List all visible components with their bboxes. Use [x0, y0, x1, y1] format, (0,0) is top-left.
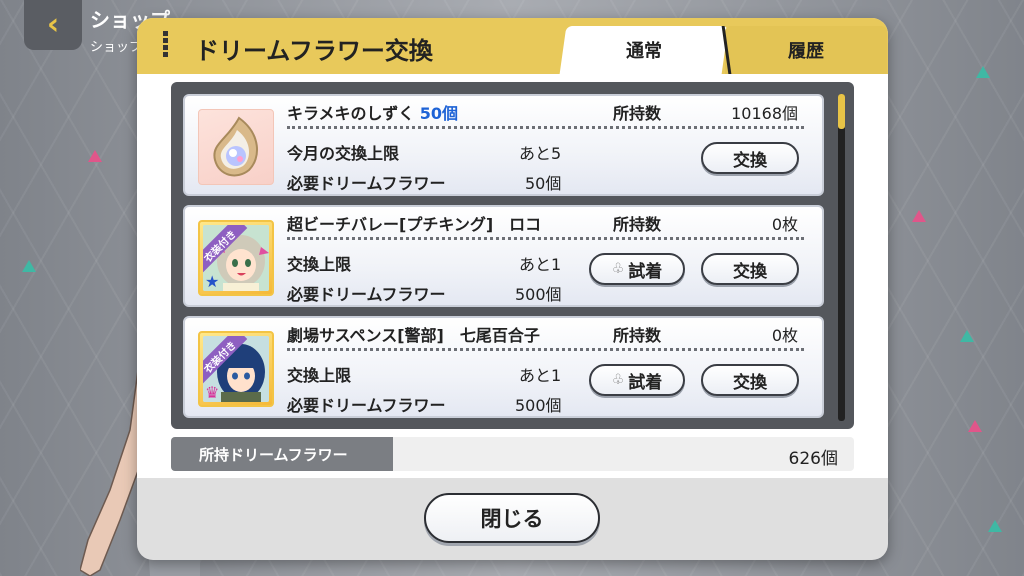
divider [287, 348, 804, 351]
owned-value: 0枚 [771, 326, 798, 345]
limit-label: 交換上限 [287, 366, 352, 385]
crystal-drop-icon [198, 109, 274, 185]
cost-value: 50個 [525, 174, 562, 193]
tab-history[interactable]: 履歴 [725, 26, 887, 74]
cost-label: 必要ドリームフラワー [287, 285, 446, 304]
tab-normal[interactable]: 通常 [559, 26, 729, 74]
divider [287, 237, 804, 240]
dialog-header: ドリームフラワー交換 通常 履歴 [137, 18, 888, 74]
grip-icon [163, 31, 175, 61]
chevron-left-icon: ‹ [46, 7, 60, 42]
owned-value: 10168個 [731, 104, 798, 123]
confetti [976, 66, 990, 78]
dialog-body: キラメキのしずく 50個 所持数 10168個 今月の交換上限 あと5 必要ドリ… [137, 74, 888, 478]
cost-value: 500個 [515, 285, 562, 304]
item-quantity: 50個 [419, 104, 459, 123]
item-name: 超ビーチバレー[プチキング] ロコ [287, 215, 542, 234]
exchange-item-card: 衣装付き ★ 超ビーチバレー[プチキング] ロコ 所持数 0枚 交換上限 あと1… [183, 205, 824, 307]
limit-value: あと1 [519, 366, 562, 385]
owned-label: 所持数 [613, 104, 662, 123]
hanger-icon: ♧ [611, 261, 625, 277]
limit-value: あと1 [519, 255, 562, 274]
idol-card-icon: 衣装付き ★ [198, 220, 274, 296]
exchange-button[interactable]: 交換 [701, 253, 799, 285]
cost-label: 必要ドリームフラワー [287, 396, 446, 415]
owned-value: 0枚 [771, 215, 798, 234]
shop-subtitle: ショップ [90, 40, 143, 55]
idol-card-icon: 衣装付き ♛ [198, 331, 274, 407]
confetti [968, 420, 982, 432]
owned-flowers-label: 所持ドリームフラワー [171, 437, 393, 471]
confetti [988, 520, 1002, 532]
crown-icon: ♛ [205, 383, 220, 402]
limit-value: あと5 [519, 144, 562, 163]
scrollbar-track[interactable] [838, 94, 845, 421]
limit-label: 交換上限 [287, 255, 352, 274]
confetti [22, 260, 36, 272]
item-name: 劇場サスペンス[警部] 七尾百合子 [287, 326, 540, 345]
close-button[interactable]: 閉じる [424, 493, 600, 543]
try-on-button[interactable]: ♧ 試着 [589, 253, 685, 285]
owned-label: 所持数 [613, 326, 662, 345]
back-button[interactable]: ‹ [24, 0, 82, 50]
owned-flowers-value: 626個 [788, 449, 838, 469]
divider [287, 126, 804, 129]
exchange-button[interactable]: 交換 [701, 142, 799, 174]
confetti [960, 330, 974, 342]
scrollbar-thumb[interactable] [838, 94, 845, 129]
confetti [912, 210, 926, 222]
cost-value: 500個 [515, 396, 562, 415]
owned-dream-flower-bar: 所持ドリームフラワー 626個 [171, 437, 854, 471]
confetti [88, 150, 102, 162]
hanger-icon: ♧ [611, 372, 625, 388]
exchange-item-card: キラメキのしずく 50個 所持数 10168個 今月の交換上限 あと5 必要ドリ… [183, 94, 824, 196]
cost-label: 必要ドリームフラワー [287, 174, 446, 193]
owned-label: 所持数 [613, 215, 662, 234]
limit-label: 今月の交換上限 [287, 144, 400, 163]
item-name: キラメキのしずく 50個 [287, 104, 459, 123]
exchange-item-card: 衣装付き ♛ 劇場サスペンス[警部] 七尾百合子 所持数 0枚 交換上限 あと1… [183, 316, 824, 418]
try-on-button[interactable]: ♧ 試着 [589, 364, 685, 396]
dream-flower-exchange-dialog: ドリームフラワー交換 通常 履歴 キラメキのしずく 50個 所持数 10168個 [137, 18, 888, 560]
exchange-button[interactable]: 交換 [701, 364, 799, 396]
dialog-title: ドリームフラワー交換 [195, 37, 433, 65]
star-icon: ★ [205, 272, 220, 291]
